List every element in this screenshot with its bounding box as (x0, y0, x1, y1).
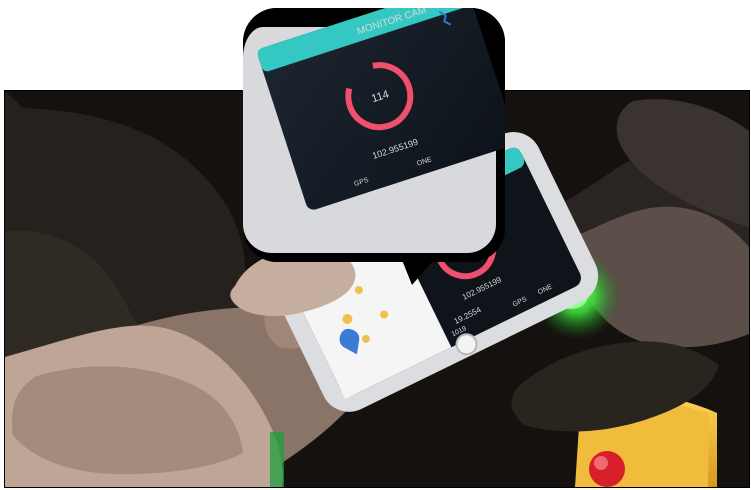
zoom-callout: MONITOR CAM 114 102.955199 GPS ONE (243, 8, 505, 262)
zoomed-phone-screen: MONITOR CAM 114 102.955199 GPS ONE (243, 8, 505, 262)
scene: MONITOR CAM 114 102.955199 19.2554 1019 … (0, 0, 751, 490)
